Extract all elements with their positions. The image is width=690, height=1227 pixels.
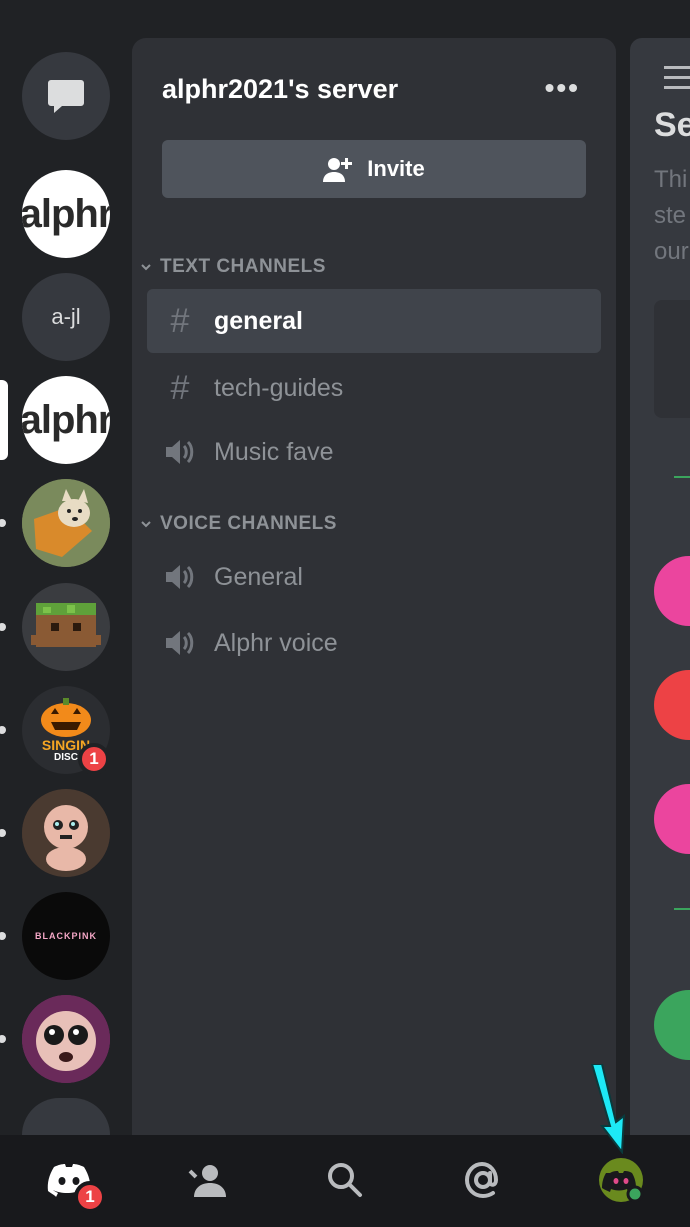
invite-button[interactable]: Invite bbox=[162, 140, 586, 198]
blackpink-label: BLACKPINK bbox=[35, 931, 97, 941]
server-alphr-logo: alphr bbox=[22, 191, 110, 236]
avatar bbox=[654, 990, 690, 1060]
invite-label: Invite bbox=[367, 156, 425, 181]
divider bbox=[674, 908, 690, 910]
search-tab[interactable] bbox=[320, 1155, 370, 1205]
server-dog-avatar[interactable] bbox=[22, 479, 110, 567]
mentions-icon bbox=[464, 1161, 499, 1199]
direct-messages-button[interactable] bbox=[22, 52, 110, 140]
channel-name: Music fave bbox=[214, 437, 334, 466]
speaker-icon bbox=[166, 440, 194, 464]
chevron-down-icon bbox=[141, 521, 151, 528]
category-text-channels[interactable]: TEXT CHANNELS bbox=[140, 256, 326, 278]
peek-line: ste bbox=[654, 202, 687, 229]
unread-dot bbox=[0, 932, 6, 940]
unread-dot bbox=[0, 726, 6, 734]
unread-dot bbox=[0, 623, 6, 631]
chat-bubble-icon bbox=[48, 80, 84, 113]
channel-name: tech-guides bbox=[214, 373, 344, 402]
unread-dot bbox=[0, 829, 6, 837]
minecraft-block-icon bbox=[31, 603, 101, 647]
profile-tab[interactable] bbox=[596, 1155, 646, 1205]
server-mention-badge: 1 bbox=[78, 743, 110, 775]
peek-line: Thi bbox=[654, 166, 688, 193]
channel-general-voice[interactable]: General bbox=[147, 545, 601, 609]
hamburger-icon bbox=[664, 66, 690, 96]
channel-name: General bbox=[214, 562, 303, 591]
mentions-tab[interactable] bbox=[458, 1155, 508, 1205]
speaker-icon bbox=[166, 631, 194, 655]
server-alphr[interactable]: alphr bbox=[22, 170, 110, 258]
server-options-button[interactable]: ••• bbox=[545, 74, 580, 102]
server-rail: alphr a-jl alphr SINGIN DISC 1 BLACKPINK bbox=[0, 0, 132, 1135]
category-title: VOICE CHANNELS bbox=[160, 513, 337, 534]
avatar bbox=[654, 556, 690, 626]
bottom-nav: 1 bbox=[0, 1135, 690, 1227]
speaker-icon bbox=[166, 565, 194, 589]
hash-icon: # bbox=[170, 301, 190, 340]
selected-server-indicator bbox=[0, 380, 8, 460]
channel-name: Alphr voice bbox=[214, 628, 338, 657]
channel-name: general bbox=[214, 306, 303, 335]
isaac-face-icon bbox=[22, 789, 110, 877]
category-voice-channels[interactable]: VOICE CHANNELS bbox=[140, 513, 337, 535]
server-alphr-selected[interactable]: alphr bbox=[22, 376, 110, 464]
channel-panel: alphr2021's server ••• Invite TEXT CHANN… bbox=[132, 38, 616, 1135]
server-isaac-avatar[interactable] bbox=[22, 789, 110, 877]
avatar bbox=[654, 670, 690, 740]
channel-music-fave[interactable]: Music fave bbox=[147, 420, 601, 484]
channel-tech-guides[interactable]: # tech-guides bbox=[147, 356, 601, 420]
peek-card bbox=[654, 300, 690, 418]
unread-dot bbox=[0, 1035, 6, 1043]
server-name[interactable]: alphr2021's server bbox=[162, 74, 398, 105]
category-title: TEXT CHANNELS bbox=[160, 256, 326, 277]
pumpkin-icon bbox=[41, 697, 91, 737]
crying-face-icon bbox=[22, 995, 110, 1083]
channel-alphr-voice[interactable]: Alphr voice bbox=[147, 611, 601, 675]
friends-tab[interactable] bbox=[182, 1155, 232, 1205]
dog-avatar-icon bbox=[22, 479, 110, 567]
singing-server-sublabel: DISC bbox=[54, 751, 78, 763]
unread-dot bbox=[0, 519, 6, 527]
server-crying-avatar[interactable] bbox=[22, 995, 110, 1083]
server-blackpink[interactable]: BLACKPINK bbox=[22, 892, 110, 980]
annotation-arrow-icon bbox=[590, 1064, 626, 1154]
server-a-jl[interactable]: a-jl bbox=[22, 273, 110, 361]
peek-line: our bbox=[654, 238, 689, 265]
profile-icon bbox=[599, 1158, 644, 1203]
add-person-icon bbox=[323, 158, 353, 182]
server-alphr-selected-logo: alphr bbox=[22, 397, 110, 442]
home-badge: 1 bbox=[74, 1181, 106, 1213]
avatar bbox=[654, 784, 690, 854]
divider bbox=[674, 476, 690, 478]
server-a-jl-label: a-jl bbox=[51, 304, 81, 329]
search-icon bbox=[328, 1163, 362, 1197]
peek-title: Se bbox=[654, 106, 690, 144]
chat-peek[interactable]: Se Thi ste our bbox=[630, 38, 690, 1135]
hash-icon: # bbox=[170, 368, 190, 407]
friends-icon bbox=[188, 1165, 226, 1197]
chevron-down-icon bbox=[141, 264, 151, 271]
server-partial[interactable] bbox=[22, 1098, 110, 1135]
server-minecraft-avatar[interactable] bbox=[22, 583, 110, 671]
channel-general[interactable]: # general bbox=[147, 289, 601, 353]
